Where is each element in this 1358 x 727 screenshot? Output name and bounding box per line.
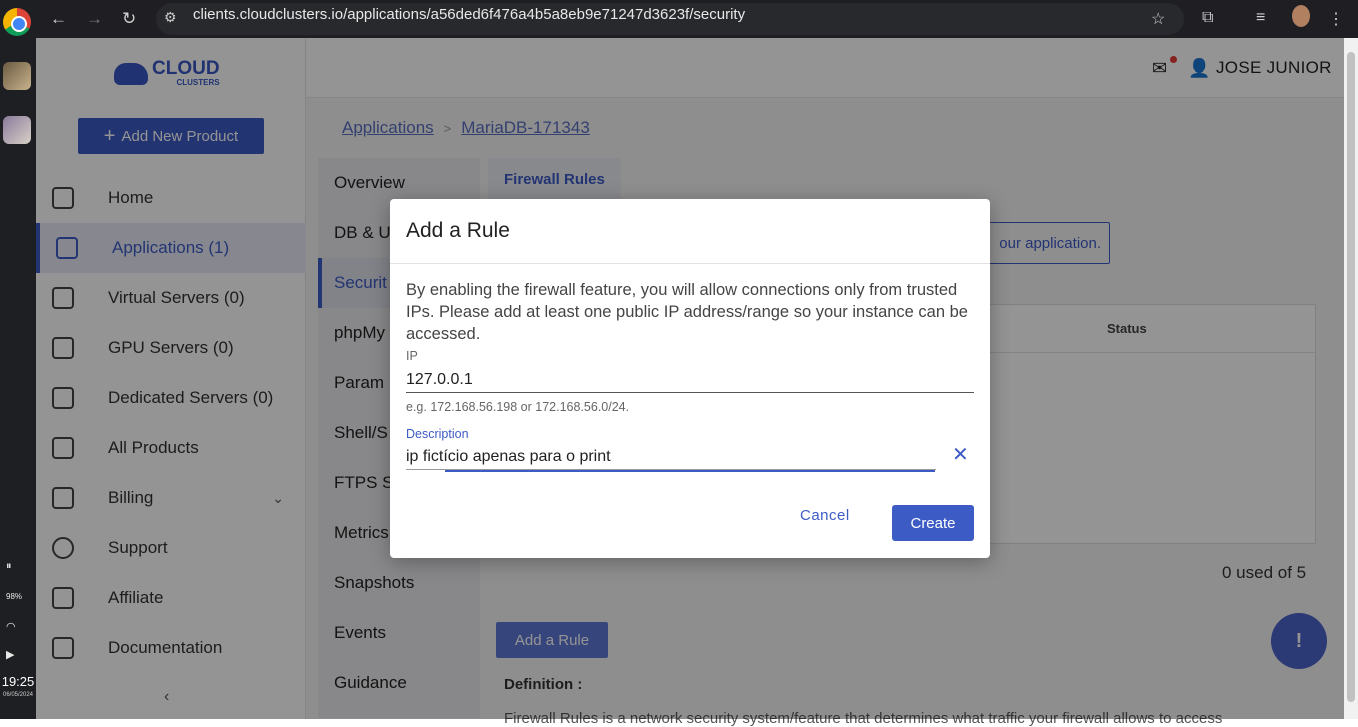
- dialog-title: Add a Rule: [406, 219, 510, 242]
- ip-field-label: IP: [406, 349, 418, 363]
- date: 06/05/2024: [2, 692, 34, 698]
- ip-field[interactable]: [406, 367, 974, 393]
- profile-avatar[interactable]: [1292, 5, 1310, 27]
- reload-icon[interactable]: ↻: [122, 9, 136, 29]
- create-button[interactable]: Create: [892, 505, 974, 541]
- url-text[interactable]: clients.cloudclusters.io/applications/a5…: [193, 6, 745, 23]
- site-info-icon[interactable]: ⚙: [164, 9, 177, 26]
- description-field[interactable]: [406, 444, 936, 470]
- star-icon[interactable]: ☆: [1151, 9, 1165, 29]
- menu-icon[interactable]: ⋮: [1328, 9, 1344, 29]
- battery-indicator: 98%: [6, 592, 23, 601]
- forward-icon[interactable]: →: [86, 9, 103, 29]
- scrollbar-thumb[interactable]: [1347, 52, 1355, 702]
- wifi-icon[interactable]: ◠: [6, 620, 16, 633]
- back-icon[interactable]: ←: [50, 9, 67, 29]
- dialog-divider: [390, 263, 990, 264]
- os-shelf: ⏸ 98% ◠ ▶ 19:25 06/05/2024: [0, 0, 36, 719]
- app-icon[interactable]: [3, 62, 31, 90]
- play-icon[interactable]: ▶: [6, 648, 14, 661]
- clear-description-icon[interactable]: ✕: [952, 442, 969, 467]
- dialog-description: By enabling the firewall feature, you wi…: [406, 281, 968, 343]
- app-icon[interactable]: [3, 116, 31, 144]
- description-field-label: Description: [406, 427, 469, 441]
- description-focus-underline: [445, 470, 935, 472]
- page-scrollbar[interactable]: [1344, 38, 1358, 719]
- extensions-icon[interactable]: ⧉: [1202, 9, 1213, 27]
- browser-toolbar: ← → ↻ ⚙ clients.cloudclusters.io/applica…: [36, 0, 1358, 38]
- add-rule-dialog: Add a Rule By enabling the firewall feat…: [390, 199, 990, 558]
- media-icon[interactable]: ≡: [1256, 9, 1265, 27]
- chrome-app-icon[interactable]: [3, 8, 31, 36]
- cancel-button[interactable]: Cancel: [800, 507, 850, 524]
- ip-field-hint: e.g. 172.168.56.198 or 172.168.56.0/24.: [406, 400, 630, 414]
- clock: 19:25: [1, 674, 35, 689]
- pause-icon[interactable]: ⏸: [6, 560, 12, 573]
